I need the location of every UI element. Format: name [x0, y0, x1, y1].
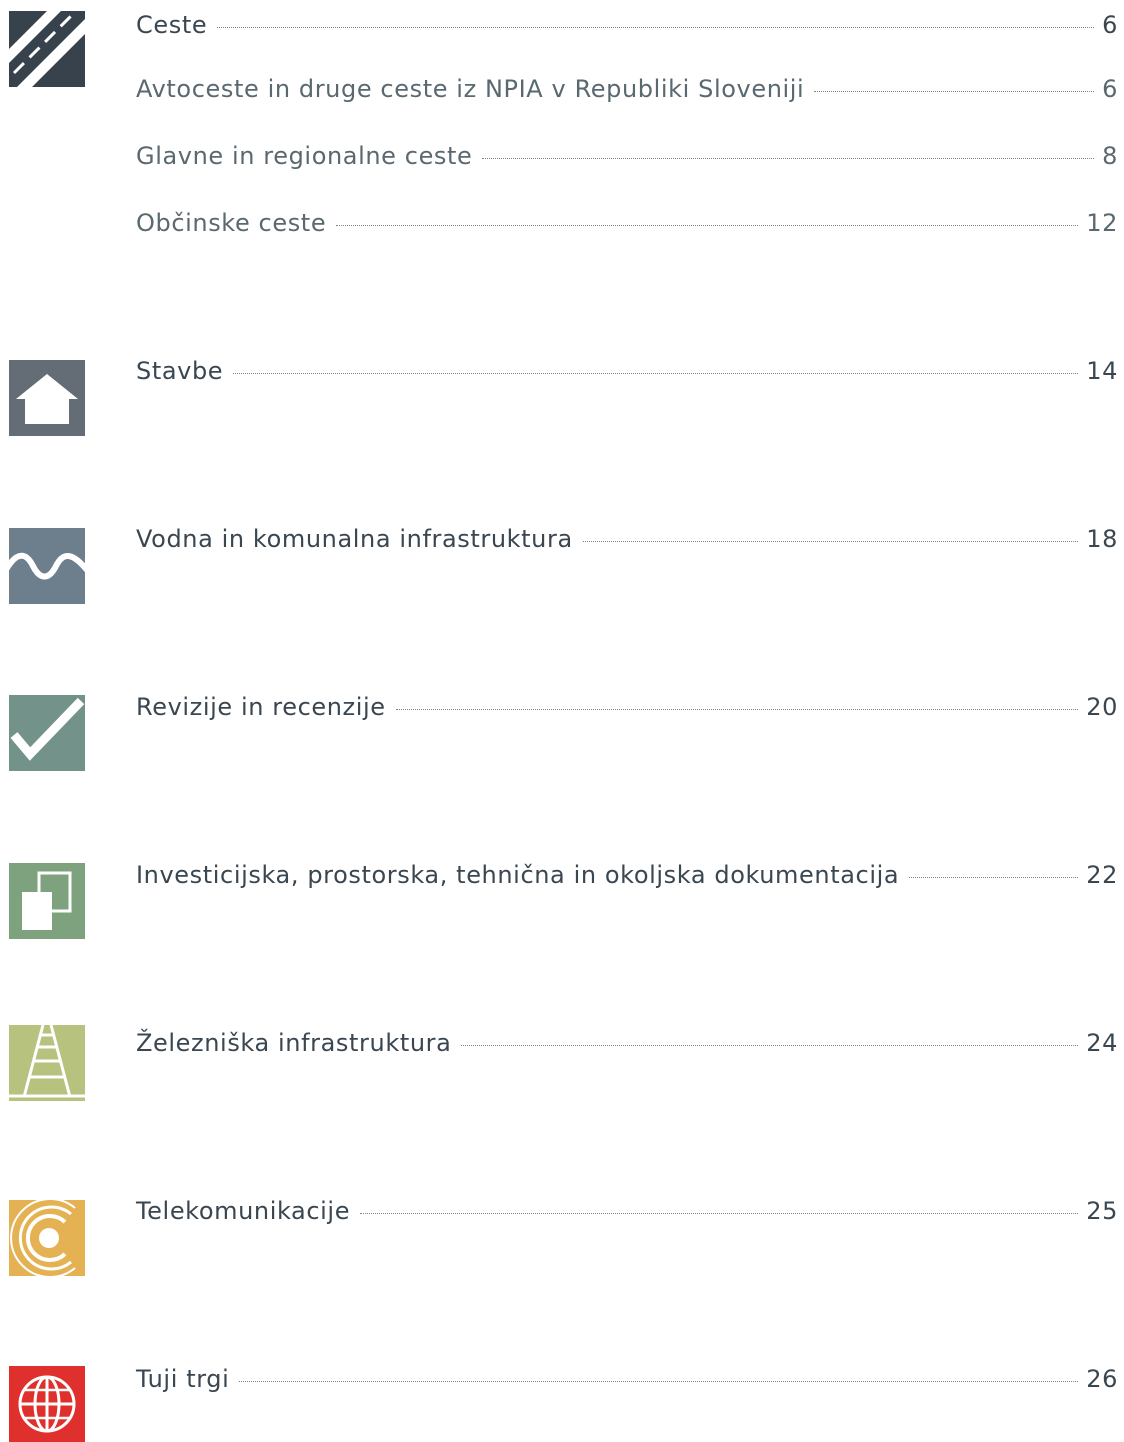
toc-entry-investicijska[interactable]: Investicijska, prostorska, tehnična in o… — [136, 860, 1118, 890]
toc-subentry-obcinske[interactable]: Občinske ceste 12 — [136, 208, 1118, 238]
dot-leader — [395, 709, 1079, 710]
toc-page: 14 — [1086, 357, 1118, 385]
toc-subentry-avtoceste[interactable]: Avtoceste in druge ceste iz NPIA v Repub… — [136, 74, 1118, 104]
toc-entry-ceste[interactable]: Ceste 6 — [136, 10, 1118, 40]
toc-entry-zelezniska[interactable]: Železniška infrastruktura 24 — [136, 1028, 1118, 1058]
toc-page: 26 — [1086, 1365, 1118, 1393]
toc-label: Ceste — [136, 11, 208, 39]
toc-page: 25 — [1086, 1197, 1118, 1225]
toc-entry-vodna[interactable]: Vodna in komunalna infrastruktura 18 — [136, 524, 1118, 554]
toc-page: 20 — [1086, 693, 1118, 721]
toc-entry-revizije[interactable]: Revizije in recenzije 20 — [136, 692, 1118, 722]
toc-page: 12 — [1086, 209, 1118, 237]
globe-icon — [9, 1366, 85, 1442]
toc-label: Vodna in komunalna infrastruktura — [136, 525, 573, 553]
toc-page: 18 — [1086, 525, 1118, 553]
toc-page: 6 — [1102, 75, 1118, 103]
toc-entry-stavbe[interactable]: Stavbe 14 — [136, 356, 1118, 386]
road-icon — [9, 11, 85, 87]
toc-label: Stavbe — [136, 357, 224, 385]
dot-leader — [233, 373, 1079, 374]
documents-icon — [9, 863, 85, 939]
dot-leader — [814, 91, 1095, 92]
dot-leader — [582, 541, 1079, 542]
wave-icon — [9, 528, 85, 604]
dot-leader — [482, 158, 1095, 159]
toc-label: Revizije in recenzije — [136, 693, 386, 721]
dot-leader — [909, 877, 1079, 878]
toc-label: Občinske ceste — [136, 209, 327, 237]
toc-label: Investicijska, prostorska, tehnična in o… — [136, 861, 900, 889]
toc-label: Tuji trgi — [136, 1365, 230, 1393]
dot-leader — [461, 1045, 1079, 1046]
dot-leader — [360, 1213, 1079, 1214]
toc-subentry-glavne[interactable]: Glavne in regionalne ceste 8 — [136, 141, 1118, 171]
dot-leader — [217, 27, 1095, 28]
toc-label: Železniška infrastruktura — [136, 1029, 452, 1057]
toc-label: Telekomunikacije — [136, 1197, 351, 1225]
dot-leader — [239, 1381, 1079, 1382]
toc-page: 6 — [1102, 11, 1118, 39]
toc-entry-tuji-trgi[interactable]: Tuji trgi 26 — [136, 1364, 1118, 1394]
checkmark-icon — [9, 695, 85, 771]
toc-page: 24 — [1086, 1029, 1118, 1057]
toc-label: Glavne in regionalne ceste — [136, 142, 473, 170]
railway-icon — [9, 1025, 85, 1101]
signal-icon — [9, 1200, 85, 1276]
toc-label: Avtoceste in druge ceste iz NPIA v Repub… — [136, 75, 805, 103]
toc-entry-telekomunikacije[interactable]: Telekomunikacije 25 — [136, 1196, 1118, 1226]
house-icon — [9, 360, 85, 436]
toc-page: 22 — [1086, 861, 1118, 889]
dot-leader — [336, 225, 1079, 226]
toc-page: 8 — [1102, 142, 1118, 170]
